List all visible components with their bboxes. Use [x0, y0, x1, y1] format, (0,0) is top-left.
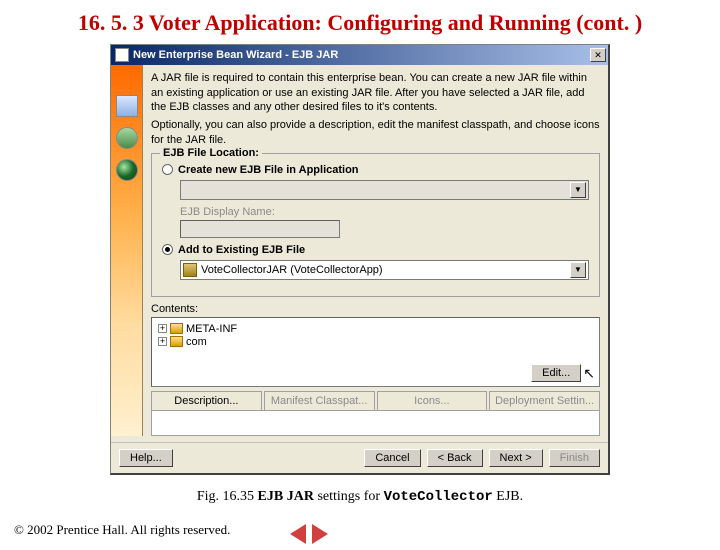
- tab-description[interactable]: Description...: [151, 391, 262, 411]
- chevron-down-icon[interactable]: ▼: [570, 262, 586, 278]
- copyright-text: © 2002 Prentice Hall. All rights reserve…: [14, 522, 230, 538]
- tree-label: META-INF: [186, 323, 237, 335]
- folder-icon: [170, 323, 183, 334]
- wizard-sidebar: [111, 65, 143, 435]
- tree-label: com: [186, 336, 207, 348]
- radio-create-label: Create new EJB File in Application: [178, 164, 359, 176]
- tab-deployment[interactable]: Deployment Settin...: [489, 391, 600, 411]
- close-button[interactable]: ✕: [590, 48, 606, 62]
- flask-icon: [116, 95, 138, 117]
- cancel-button[interactable]: Cancel: [364, 449, 420, 467]
- tree-item-metainf: + META-INF: [158, 323, 593, 335]
- finish-button: Finish: [549, 449, 600, 467]
- chevron-down-icon: ▼: [570, 182, 586, 198]
- tab-manifest[interactable]: Manifest Classpat...: [264, 391, 375, 411]
- intro-paragraph-1: A JAR file is required to contain this e…: [151, 71, 600, 114]
- group-legend: EJB File Location:: [160, 147, 262, 159]
- titlebar-icon: [115, 48, 129, 62]
- radio-create-new[interactable]: Create new EJB File in Application: [162, 164, 589, 176]
- radio-existing-label: Add to Existing EJB File: [178, 244, 305, 256]
- titlebar-text: New Enterprise Bean Wizard - EJB JAR: [133, 49, 338, 61]
- radio-icon-selected: [162, 244, 173, 255]
- slide-title: 16. 5. 3 Voter Application: Configuring …: [40, 10, 680, 36]
- ejb-file-location-group: EJB File Location: Create new EJB File i…: [151, 153, 600, 297]
- application-combo-disabled: ▼: [180, 180, 589, 200]
- contents-tree[interactable]: + META-INF + com Edit... ↖: [151, 317, 600, 387]
- contents-label: Contents:: [151, 303, 600, 315]
- edit-button[interactable]: Edit...: [531, 364, 581, 382]
- description-textarea[interactable]: [151, 410, 600, 436]
- help-button[interactable]: Help...: [119, 449, 173, 467]
- intro-paragraph-2: Optionally, you can also provide a descr…: [151, 118, 600, 147]
- tab-icons[interactable]: Icons...: [377, 391, 488, 411]
- tabstrip: Description... Manifest Classpat... Icon…: [151, 391, 600, 411]
- ejb-display-name-field: [180, 220, 340, 238]
- radio-add-existing[interactable]: Add to Existing EJB File: [162, 244, 589, 256]
- slide-nav: [290, 524, 328, 544]
- next-button[interactable]: Next >: [489, 449, 543, 467]
- back-button[interactable]: < Back: [427, 449, 483, 467]
- figure-caption: Fig. 16.35 EJB JAR settings for VoteColl…: [0, 489, 720, 505]
- titlebar: New Enterprise Bean Wizard - EJB JAR ✕: [111, 45, 608, 65]
- existing-ejb-combo[interactable]: VoteCollectorJAR (VoteCollectorApp) ▼: [180, 260, 589, 280]
- ejb-display-name-label: EJB Display Name:: [180, 206, 589, 218]
- prev-slide-button[interactable]: [290, 524, 306, 544]
- folder-icon: [170, 336, 183, 347]
- dialog-window: New Enterprise Bean Wizard - EJB JAR ✕ A…: [110, 44, 610, 474]
- wizard-button-row: Help... Cancel < Back Next > Finish: [111, 442, 608, 473]
- cursor-icon: ↖: [583, 368, 595, 378]
- expander-icon[interactable]: +: [158, 337, 167, 346]
- existing-ejb-value: VoteCollectorJAR (VoteCollectorApp): [201, 264, 566, 276]
- next-slide-button[interactable]: [312, 524, 328, 544]
- globe-icon: [116, 159, 138, 181]
- radio-icon: [162, 164, 173, 175]
- expander-icon[interactable]: +: [158, 324, 167, 333]
- bean-icon: [116, 127, 138, 149]
- jar-icon: [183, 263, 197, 277]
- tree-item-com: + com: [158, 336, 593, 348]
